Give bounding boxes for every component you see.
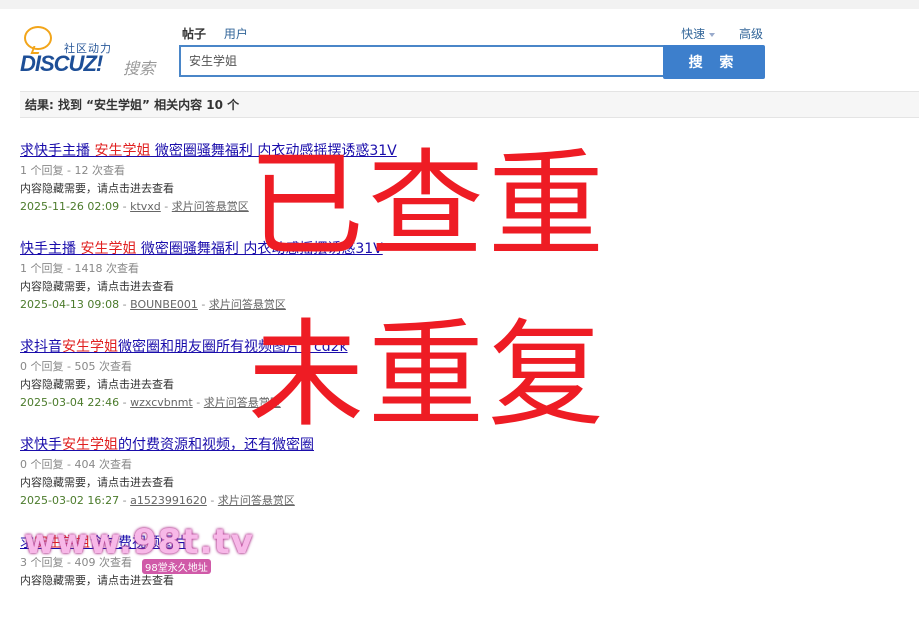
search-options: 快速 高级 bbox=[641, 25, 763, 42]
list-item: 求快手安生学姐的付费资源和视频，还有微密圈 0 个回复 - 404 次查看 内容… bbox=[20, 436, 720, 534]
post-date: 2025-03-04 22:46 bbox=[20, 396, 120, 409]
result-footer: 2025-03-02 16:27 - a1523991620 - 求片问答悬赏区 bbox=[20, 494, 295, 507]
hidden-content-note: 内容隐藏需要，请点击进去查看 bbox=[20, 280, 174, 293]
post-date: 2025-03-02 16:27 bbox=[20, 494, 120, 507]
watermark-subtitle: 98堂永久地址 bbox=[142, 559, 211, 574]
not-duplicate-stamp: 未重复 bbox=[248, 308, 608, 443]
author-link[interactable]: a1523991620 bbox=[130, 494, 207, 507]
chevron-down-icon bbox=[709, 32, 716, 37]
search-input[interactable]: 安生学姐 bbox=[179, 45, 665, 77]
duplicate-checked-stamp: 已查重 bbox=[248, 138, 608, 273]
tab-posts[interactable]: 帖子 bbox=[182, 25, 206, 42]
post-date: 2025-04-13 09:08 bbox=[20, 298, 120, 311]
hidden-content-note: 内容隐藏需要，请点击进去查看 bbox=[20, 574, 174, 587]
logo-search-label: 搜索 bbox=[123, 59, 156, 78]
search-type-tabs: 帖子 用户 bbox=[182, 25, 262, 42]
logo-wordmark: DISCUZ! bbox=[20, 51, 103, 76]
forum-link[interactable]: 求片问答悬赏区 bbox=[218, 494, 295, 507]
discuz-logo[interactable]: 社区动力 DISCUZ! 搜索 bbox=[20, 22, 160, 78]
tab-users[interactable]: 用户 bbox=[224, 25, 248, 42]
search-button[interactable]: 搜 索 bbox=[663, 45, 765, 79]
search-form: 安生学姐 搜 索 bbox=[179, 45, 765, 79]
author-link[interactable]: BOUNBE001 bbox=[130, 298, 198, 311]
post-date: 2025-11-26 02:09 bbox=[20, 200, 120, 213]
quick-search-dropdown[interactable]: 快速 bbox=[661, 27, 716, 41]
result-summary: 结果: 找到 “安生学姐” 相关内容 10 个 bbox=[20, 91, 919, 118]
result-stats: 0 个回复 - 404 次查看 bbox=[20, 458, 132, 471]
hidden-content-note: 内容隐藏需要，请点击进去查看 bbox=[20, 476, 174, 489]
forum-link[interactable]: 求片问答悬赏区 bbox=[172, 200, 249, 213]
author-link[interactable]: ktvxd bbox=[130, 200, 161, 213]
author-link[interactable]: wzxcvbnmt bbox=[130, 396, 193, 409]
speech-bubble-icon bbox=[24, 26, 52, 50]
advanced-search-link[interactable]: 高级 bbox=[739, 27, 763, 41]
site-watermark: www.98t.tv bbox=[24, 522, 254, 562]
top-strip bbox=[0, 0, 919, 9]
